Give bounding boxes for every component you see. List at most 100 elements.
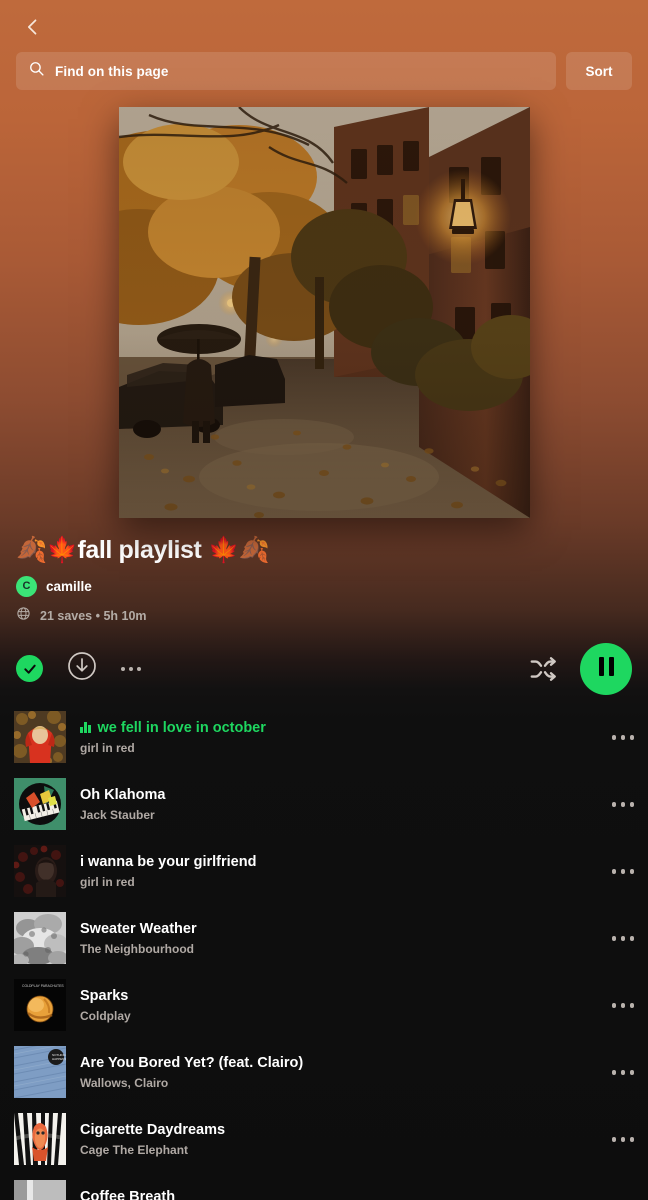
page-title: 🍂🍁fall playlist 🍁🍂 [16,536,270,564]
track-info: Cigarette Daydreams Cage The Elephant [80,1122,598,1157]
track-more-button[interactable] [598,1137,634,1142]
track-more-button[interactable] [598,735,634,740]
track-row[interactable]: Oh Klahoma Jack Stauber [0,771,648,838]
search-placeholder: Find on this page [55,63,169,79]
playlist-cover-art [118,107,530,518]
track-list: we fell in love in october girl in red Oh… [0,704,648,1200]
track-title: Coffee Breath [80,1189,598,1200]
more-horizontal-icon [620,735,625,740]
more-horizontal-icon [611,802,616,807]
more-horizontal-icon [611,1003,616,1008]
owner-row[interactable]: C camille [16,575,632,597]
track-more-button[interactable] [598,936,634,941]
track-title: Oh Klahoma [80,787,598,803]
svg-text:HAPPENS: HAPPENS [52,1057,66,1061]
more-horizontal-icon [121,666,125,671]
playlist-meta: 🍂🍁fall playlist 🍁🍂 C camille 21 saves • … [0,518,648,626]
track-title: i wanna be your girlfriend [80,854,598,870]
saved-button[interactable] [16,655,43,683]
back-button[interactable] [16,10,50,44]
track-title-text: Oh Klahoma [80,786,166,803]
globe-icon [16,606,31,626]
more-horizontal-icon [611,936,616,941]
track-info: we fell in love in october girl in red [80,720,598,755]
shuffle-icon [528,656,558,688]
track-album-art [14,845,66,898]
track-row[interactable]: Coffee BreathSofia Mills [0,1173,648,1200]
track-title-text: Sparks [80,987,129,1004]
track-more-button[interactable] [598,802,634,807]
track-more-button[interactable] [598,1003,634,1008]
track-info: Coffee BreathSofia Mills [80,1189,598,1200]
track-row[interactable]: Cigarette Daydreams Cage The Elephant [0,1106,648,1173]
check-circle-filled-icon [16,655,43,683]
more-horizontal-icon [137,666,141,671]
track-artist: Coldplay [80,1008,131,1023]
more-horizontal-icon [620,1137,625,1142]
more-horizontal-icon [629,1137,634,1142]
more-horizontal-icon [620,1003,625,1008]
playlist-stats: 21 saves • 5h 10m [40,608,147,623]
track-album-art: NOTHING HAPPENS [14,1046,66,1099]
track-row[interactable]: Sweater Weather The Neighbourhood [0,905,648,972]
more-horizontal-icon [629,1070,634,1075]
track-info: i wanna be your girlfriend girl in red [80,854,598,889]
track-title-text: Sweater Weather [80,920,197,937]
more-horizontal-icon [629,936,634,941]
avatar: C [16,575,37,597]
track-title-text: Cigarette Daydreams [80,1121,226,1138]
track-title: we fell in love in october [80,720,598,736]
track-row[interactable]: NOTHING HAPPENS Are You Bored Yet? (feat… [0,1039,648,1106]
track-row[interactable]: we fell in love in october girl in red [0,704,648,771]
track-info: Are You Bored Yet? (feat. Clairo) Wallows… [80,1055,598,1090]
search-row: Find on this page Sort [0,52,648,90]
track-more-button[interactable] [598,869,634,874]
more-options-button[interactable] [121,666,141,671]
track-title-text: Are You Bored Yet? (feat. Clairo) [80,1054,304,1071]
track-more-button[interactable] [598,1070,634,1075]
more-horizontal-icon [611,1070,616,1075]
track-album-art [14,711,66,764]
track-artist: Wallows, Clairo [80,1075,169,1090]
now-playing-equalizer-icon [80,722,91,734]
shuffle-button[interactable] [528,654,558,684]
track-album-art [14,778,66,831]
more-horizontal-icon [629,735,634,740]
more-horizontal-icon [620,869,625,874]
track-artist: girl in red [80,874,135,889]
track-title-text: Coffee Breath [80,1188,176,1200]
more-horizontal-icon [611,869,616,874]
more-horizontal-icon [629,869,634,874]
pause-icon [598,656,614,681]
track-title: Are You Bored Yet? (feat. Clairo) [80,1055,598,1071]
track-row[interactable]: COLDPLAY PARACHUTES Sparks Coldplay [0,972,648,1039]
track-artist: The Neighbourhood [80,941,194,956]
track-info: Oh Klahoma Jack Stauber [80,787,598,822]
more-horizontal-icon [611,1137,616,1142]
track-row[interactable]: i wanna be your girlfriend girl in red [0,838,648,905]
track-title-text: we fell in love in october [97,719,266,736]
track-title: Cigarette Daydreams [80,1122,598,1138]
playlist-screen: Find on this page Sort 🍂🍁fall playlist 🍁… [0,0,648,1200]
sort-button[interactable]: Sort [566,52,632,90]
owner-name: camille [46,578,92,594]
track-title-text: i wanna be your girlfriend [80,853,257,870]
track-title: Sweater Weather [80,921,598,937]
search-input[interactable]: Find on this page [16,52,556,90]
track-album-art [14,1113,66,1166]
more-horizontal-icon [620,802,625,807]
track-artist: Cage The Elephant [80,1142,189,1157]
track-album-art [14,912,66,965]
download-circle-icon [67,651,97,686]
play-pause-button[interactable] [580,642,632,695]
more-horizontal-icon [620,936,625,941]
top-bar [0,0,648,44]
cover-art-container [0,107,648,518]
more-horizontal-icon [611,735,616,740]
action-bar [0,626,648,698]
search-icon [28,60,45,82]
chevron-left-icon [23,17,43,37]
download-button[interactable] [67,651,97,686]
more-horizontal-icon [629,1003,634,1008]
track-album-art [14,1180,66,1200]
